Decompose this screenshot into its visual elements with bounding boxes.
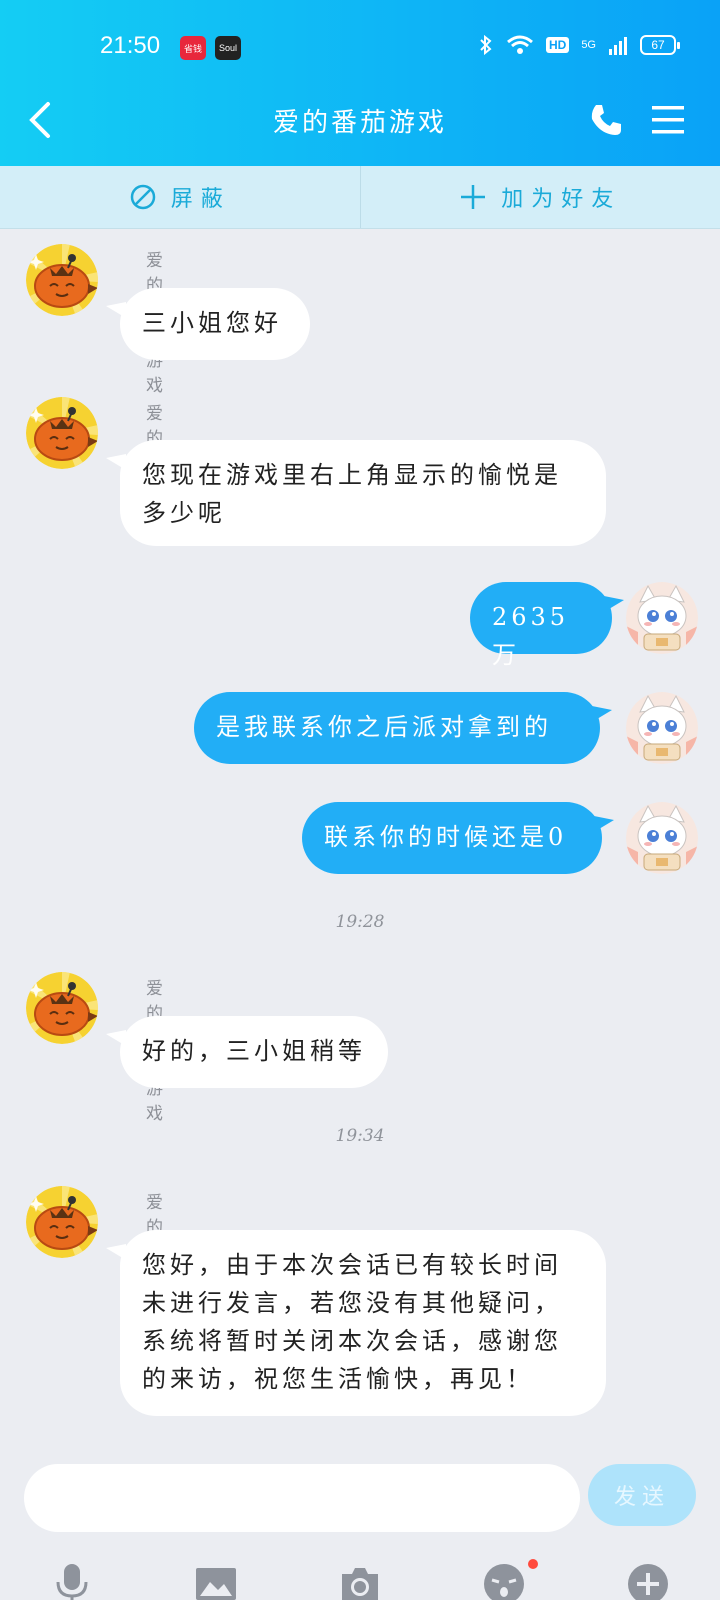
timestamp: 19:34	[335, 1126, 385, 1146]
avatar[interactable]	[626, 802, 698, 874]
bubble-tail	[592, 706, 612, 722]
message-bubble[interactable]: 2635万	[470, 582, 612, 669]
status-bar: 21:50 省钱 Soul HD 5G 67	[0, 30, 720, 66]
microphone-icon[interactable]	[50, 1562, 94, 1600]
menu-icon[interactable]	[650, 104, 686, 136]
camera-icon[interactable]	[338, 1562, 382, 1600]
app-notification-badge: 省钱	[180, 36, 206, 60]
image-icon[interactable]	[194, 1562, 238, 1600]
app-header: 21:50 省钱 Soul HD 5G 67 爱的番茄游戏	[0, 0, 720, 166]
add-friend-button[interactable]: 加为好友	[359, 166, 720, 228]
app-notification-badge: Soul	[215, 36, 241, 60]
plus-icon	[461, 185, 486, 209]
block-label: 屏蔽	[170, 187, 231, 212]
status-time: 21:50	[100, 32, 161, 59]
send-button[interactable]: 发送	[588, 1464, 696, 1526]
wifi-icon	[507, 35, 533, 54]
emoji-icon[interactable]	[482, 1562, 526, 1600]
message-input[interactable]	[24, 1464, 580, 1532]
avatar[interactable]	[626, 692, 698, 764]
message-bubble[interactable]: 您现在游戏里右上角显示的愉悦是多少呢	[120, 440, 606, 546]
avatar[interactable]	[26, 1186, 98, 1258]
network-indicator: 5G	[581, 39, 596, 51]
notification-dot	[528, 1559, 538, 1569]
timestamp: 19:28	[335, 912, 385, 932]
bubble-tail	[594, 816, 614, 832]
signal-icon	[609, 37, 627, 55]
message-bubble[interactable]: 三小姐您好	[120, 288, 310, 360]
battery-indicator: 67	[640, 35, 680, 55]
avatar[interactable]	[26, 244, 98, 316]
bluetooth-icon	[480, 34, 492, 56]
composer: 发送	[0, 1452, 720, 1600]
avatar[interactable]	[626, 582, 698, 654]
message-bubble[interactable]: 好的，三小姐稍等	[120, 1016, 388, 1088]
hd-indicator: HD	[545, 37, 570, 53]
block-button[interactable]: 屏蔽	[0, 166, 360, 228]
message-bubble[interactable]: 是我联系你之后派对拿到的	[194, 692, 600, 764]
message-bubble[interactable]: 您好，由于本次会话已有较长时间未进行发言，若您没有其他疑问，系统将暂时关闭本次会…	[120, 1230, 606, 1416]
avatar[interactable]	[26, 972, 98, 1044]
add-friend-label: 加为好友	[501, 187, 622, 212]
message-bubble[interactable]: 联系你的时候还是0	[302, 802, 602, 874]
action-bar: 屏蔽 加为好友	[0, 166, 720, 229]
block-icon	[130, 184, 155, 210]
bubble-tail	[604, 596, 624, 612]
status-icons: HD 5G 67	[478, 34, 680, 56]
plus-icon[interactable]	[626, 1562, 670, 1600]
avatar[interactable]	[26, 397, 98, 469]
phone-icon[interactable]	[588, 102, 624, 138]
